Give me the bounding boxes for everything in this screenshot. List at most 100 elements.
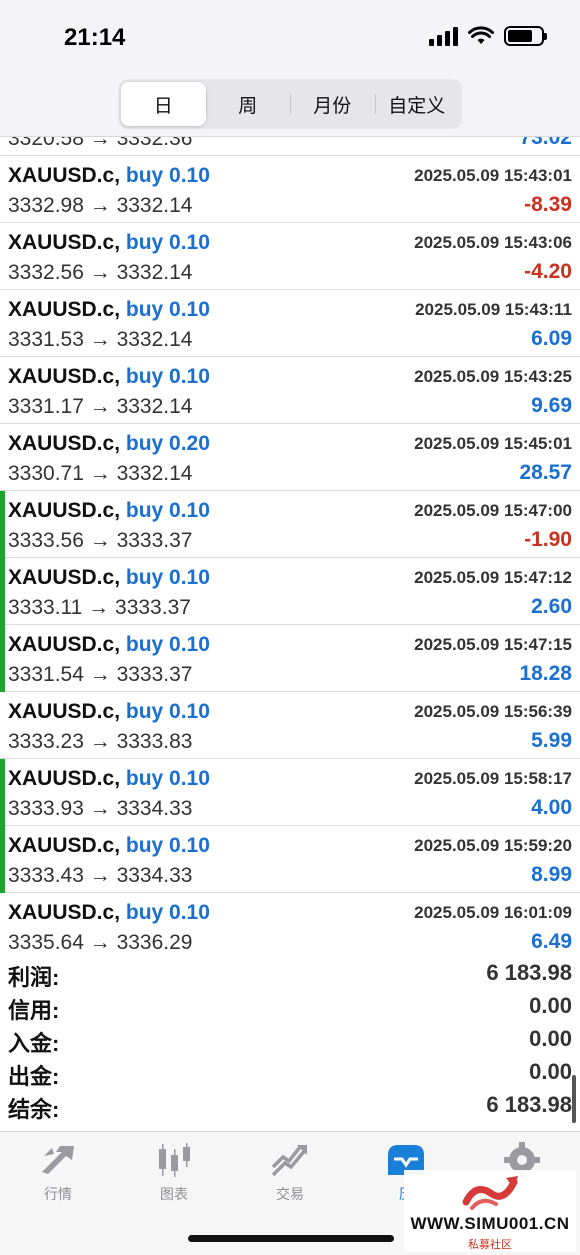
period-segmented-control: 日 周 月份 自定义	[118, 79, 462, 129]
period-tab-day[interactable]: 日	[121, 82, 206, 126]
trade-time: 2025.05.09 16:01:09	[414, 903, 572, 922]
trade-symbol: XAUUSD.c, buy 0.20	[8, 432, 210, 456]
trade-row[interactable]: XAUUSD.c, buy 0.10 2025.05.09 15:47:00 333…	[0, 491, 580, 558]
period-selector-bar: 日 周 月份 自定义	[0, 75, 580, 137]
trade-symbol-text: XAUUSD.c,	[8, 901, 121, 924]
trade-time: 2025.05.09 15:47:12	[414, 568, 572, 587]
trade-prices: 3331.54 → 3333.37	[8, 663, 193, 686]
trade-symbol-text: XAUUSD.c,	[8, 566, 121, 589]
summary-row-balance: 结余: 6 183.98	[0, 1090, 580, 1123]
watermark-subtitle: 私募社区	[468, 1239, 512, 1251]
summary-label: 信用:	[8, 998, 60, 1023]
trade-symbol: XAUUSD.c, buy 0.10	[8, 834, 210, 858]
open-position-marker	[0, 759, 5, 826]
trade-symbol: XAUUSD.c, buy 0.10	[8, 901, 210, 925]
trade-direction: buy 0.10	[125, 231, 210, 254]
trade-time: 2025.05.09 15:47:15	[414, 635, 572, 654]
summary-value: 0.00	[529, 1026, 572, 1051]
trade-direction: buy 0.20	[125, 432, 210, 455]
tab-trade[interactable]: 交易	[240, 1140, 340, 1210]
trade-prices: 3333.56 → 3333.37	[8, 529, 193, 552]
summary-row-deposit: 入金: 0.00	[0, 1024, 580, 1057]
trade-row[interactable]: XAUUSD.c, buy 0.10 2025.05.09 16:01:09 333…	[0, 893, 580, 953]
trade-profit: 28.57	[519, 461, 572, 484]
trade-prices: 3332.98 → 3332.14	[8, 194, 193, 217]
trade-symbol: XAUUSD.c, buy 0.10	[8, 700, 210, 724]
trade-symbol-text: XAUUSD.c,	[8, 767, 121, 790]
trade-profit: 4.00	[531, 796, 572, 819]
summary-value: 6 183.98	[486, 960, 572, 985]
trade-row[interactable]: XAUUSD.c, buy 0.10 2025.05.09 15:47:12 333…	[0, 558, 580, 625]
battery-icon	[504, 26, 547, 46]
summary-row-credit: 信用: 0.00	[0, 991, 580, 1024]
trade-row[interactable]: XAUUSD.c, buy 0.10 2025.05.09 15:43:01 333…	[0, 156, 580, 223]
trade-symbol-text: XAUUSD.c,	[8, 164, 121, 187]
trade-symbol: XAUUSD.c, buy 0.10	[8, 566, 210, 590]
simu-logo-icon	[462, 1176, 518, 1210]
trade-row[interactable]: XAUUSD.c, buy 0.10 2025.05.09 15:43:06 333…	[0, 223, 580, 290]
trade-profit: 18.28	[519, 662, 572, 685]
trade-chart-icon	[271, 1145, 308, 1177]
trade-row[interactable]: XAUUSD.c, buy 0.10 2025.05.09 15:59:20 333…	[0, 826, 580, 893]
tab-quotes[interactable]: 行情	[8, 1140, 108, 1210]
summary-label: 结余:	[8, 1097, 60, 1122]
trade-row[interactable]: XAUUSD.c, buy 0.10 2025.05.09 15:43:25 333…	[0, 357, 580, 424]
trade-time: 2025.05.09 15:56:39	[414, 702, 572, 721]
trade-symbol-text: XAUUSD.c,	[8, 432, 121, 455]
trade-prices: 3333.11 → 3333.37	[8, 596, 191, 619]
trade-prices: 3335.64 → 3336.29	[8, 931, 193, 953]
cellular-signal-icon	[429, 26, 458, 46]
summary-row-profit: 利润: 6 183.98	[0, 958, 580, 991]
summary-label: 利润:	[8, 965, 60, 990]
trade-symbol-text: XAUUSD.c,	[8, 298, 121, 321]
trade-profit: 6.49	[531, 930, 572, 953]
trade-row-partial[interactable]: 3320.58 → 3332.36 73.02	[0, 137, 580, 156]
trade-symbol: XAUUSD.c, buy 0.10	[8, 231, 210, 255]
trade-time: 2025.05.09 15:59:20	[414, 836, 572, 855]
period-tab-month[interactable]: 月份	[290, 82, 375, 126]
trade-profit: -8.39	[524, 193, 572, 216]
trade-direction: buy 0.10	[125, 566, 210, 589]
open-position-marker	[0, 558, 5, 625]
trade-history-list[interactable]: 3320.58 → 3332.36 73.02 XAUUSD.c, buy 0.…	[0, 137, 580, 953]
status-bar: 21:14	[0, 0, 580, 75]
trade-direction: buy 0.10	[125, 700, 210, 723]
trade-profit: 5.99	[531, 729, 572, 752]
tab-label: 行情	[44, 1186, 72, 1202]
trade-profit: 9.69	[531, 394, 572, 417]
trade-row[interactable]: XAUUSD.c, buy 0.10 2025.05.09 15:58:17 333…	[0, 759, 580, 826]
trade-profit: 8.99	[531, 863, 572, 886]
account-summary: 利润: 6 183.98 信用: 0.00 入金: 0.00 出金: 0.00 …	[0, 958, 580, 1128]
trade-symbol-text: XAUUSD.c,	[8, 365, 121, 388]
trade-symbol: XAUUSD.c, buy 0.10	[8, 164, 210, 188]
trade-symbol: XAUUSD.c, buy 0.10	[8, 767, 210, 791]
trade-time: 2025.05.09 15:58:17	[414, 769, 572, 788]
trade-symbol: XAUUSD.c, buy 0.10	[8, 298, 210, 322]
trade-row[interactable]: XAUUSD.c, buy 0.10 2025.05.09 15:47:15 333…	[0, 625, 580, 692]
trade-symbol: XAUUSD.c, buy 0.10	[8, 499, 210, 523]
trade-symbol: XAUUSD.c, buy 0.10	[8, 365, 210, 389]
open-position-marker	[0, 491, 5, 558]
scroll-indicator[interactable]	[572, 1075, 576, 1123]
open-position-marker	[0, 826, 5, 893]
trade-row[interactable]: XAUUSD.c, buy 0.10 2025.05.09 15:56:39 333…	[0, 692, 580, 759]
quotes-arrows-icon	[42, 1146, 74, 1174]
trade-time: 2025.05.09 15:43:11	[415, 300, 572, 319]
trade-time: 2025.05.09 15:45:01	[414, 434, 572, 453]
trade-row[interactable]: XAUUSD.c, buy 0.20 2025.05.09 15:45:01 333…	[0, 424, 580, 491]
trade-time: 2025.05.09 15:43:01	[414, 166, 572, 185]
trade-time: 2025.05.09 15:43:25	[414, 367, 572, 386]
watermark: WWW.SIMU001.CN 私募社区	[404, 1170, 576, 1252]
trade-direction: buy 0.10	[125, 767, 210, 790]
tab-charts[interactable]: 图表	[124, 1140, 224, 1210]
summary-label: 出金:	[8, 1064, 60, 1089]
period-tab-custom[interactable]: 自定义	[374, 82, 460, 126]
trade-prices: 3331.53 → 3332.14	[8, 328, 193, 351]
period-tab-week[interactable]: 周	[205, 82, 291, 126]
trade-direction: buy 0.10	[125, 499, 210, 522]
summary-value: 0.00	[529, 993, 572, 1018]
trade-direction: buy 0.10	[125, 834, 210, 857]
open-position-marker	[0, 625, 5, 692]
trade-prices: 3330.71 → 3332.14	[8, 462, 193, 485]
trade-row[interactable]: XAUUSD.c, buy 0.10 2025.05.09 15:43:11 333…	[0, 290, 580, 357]
